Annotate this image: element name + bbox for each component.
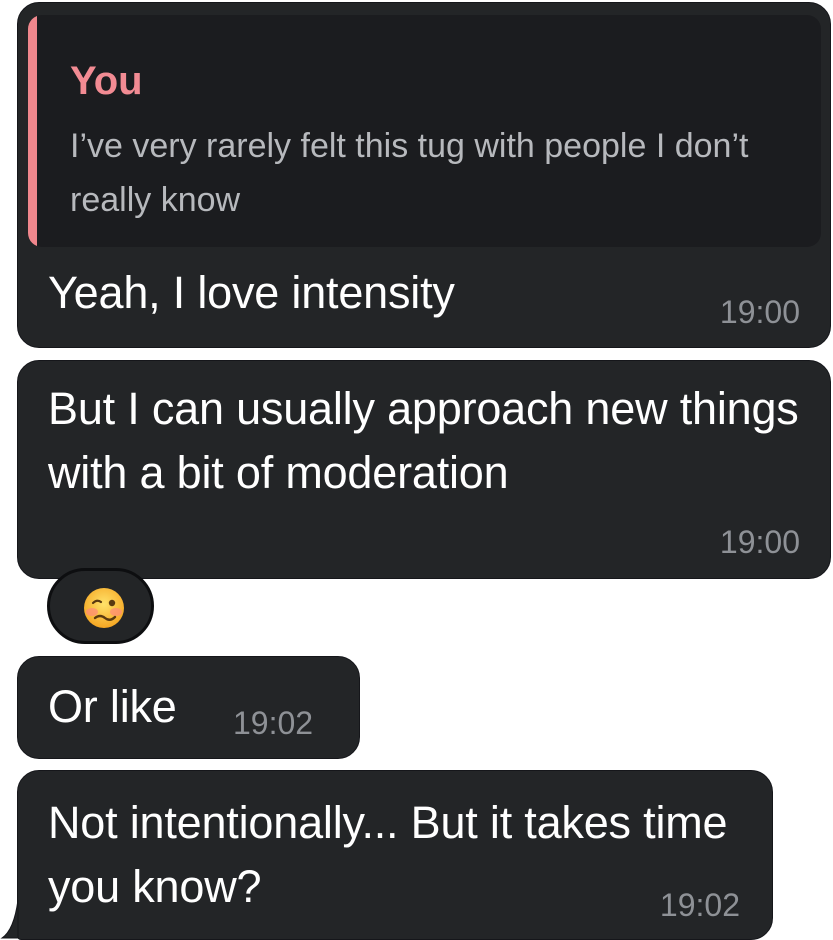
woozy-face-emoji-icon <box>84 588 124 628</box>
message-timestamp: 19:02 <box>659 887 740 923</box>
message-timestamp: 19:02 <box>233 705 314 741</box>
message-bubble[interactable]: Not intentionally... But it takes time y… <box>17 770 773 940</box>
bubble-tail-icon <box>0 900 19 939</box>
message-bubble-reply[interactable]: You I’ve very rarely felt this tug with … <box>17 2 831 348</box>
reply-quote-accent-bar <box>28 15 37 247</box>
message-bubble[interactable]: Or like 19:02 <box>17 656 360 759</box>
message-reaction[interactable] <box>47 568 154 644</box>
message-text: Yeah, I love intensity <box>48 267 455 318</box>
reply-quote[interactable]: You I’ve very rarely felt this tug with … <box>28 15 821 247</box>
message-text: But I can usually approach new things wi… <box>48 383 799 498</box>
message-text: Not intentionally... But it takes time y… <box>48 797 728 912</box>
message-timestamp: 19:00 <box>719 294 800 330</box>
reply-quote-author: You <box>70 59 143 103</box>
reply-quote-text: I’ve very rarely felt this tug with peop… <box>70 127 749 219</box>
message-timestamp: 19:00 <box>719 524 800 560</box>
message-bubble[interactable]: But I can usually approach new things wi… <box>17 360 831 579</box>
message-text: Or like <box>48 681 177 732</box>
